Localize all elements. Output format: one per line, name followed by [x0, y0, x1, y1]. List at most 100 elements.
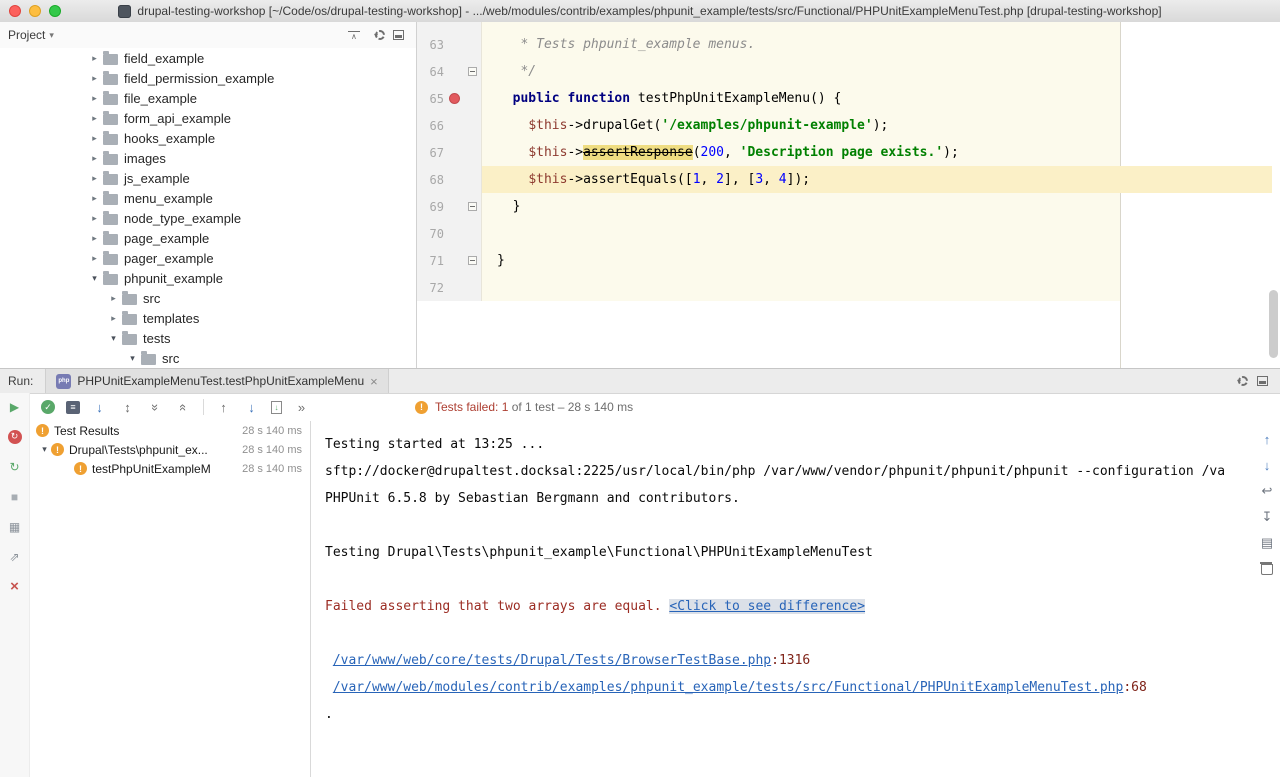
chevron-right-icon[interactable]: ▸ [88, 153, 101, 164]
more-actions-icon[interactable]: » [293, 400, 310, 415]
code-line-71[interactable]: } [497, 247, 1280, 274]
code-line-70[interactable] [497, 220, 1280, 247]
tree-item-js_example[interactable]: ▸js_example [0, 168, 416, 188]
code-line-72[interactable] [497, 274, 1280, 301]
editor-gutter[interactable]: 63646566676869707172 [417, 22, 482, 301]
run-settings[interactable]: ▾ [1238, 376, 1241, 386]
tree-item-src[interactable]: ▾src [0, 348, 416, 368]
test-tree-row[interactable]: !testPhpUnitExampleM28 s 140 ms [30, 459, 310, 478]
up-the-stack-trace-icon[interactable]: ↑ [1259, 431, 1275, 447]
tree-item-field_example[interactable]: ▸field_example [0, 48, 416, 68]
gutter-line-72[interactable]: 72 [417, 274, 481, 301]
code-line-65[interactable]: public function testPhpUnitExampleMenu()… [497, 85, 1280, 112]
tree-item-pager_example[interactable]: ▸pager_example [0, 248, 416, 268]
sort-by-duration-icon[interactable]: ↓ [91, 400, 108, 415]
code-line-64[interactable]: */ [497, 58, 1280, 85]
chevron-right-icon[interactable]: ▸ [88, 53, 101, 64]
stop-icon[interactable]: ■ [6, 488, 23, 505]
close-icon[interactable]: × [370, 375, 378, 388]
next-failed-test-icon[interactable]: ↓ [243, 400, 260, 415]
hide-panel-icon[interactable] [393, 30, 404, 40]
test-tree-row[interactable]: ▾!Drupal\Tests\phpunit_ex...28 s 140 ms [30, 440, 310, 459]
gutter-line-70[interactable]: 70 [417, 220, 481, 247]
rerun-icon[interactable]: ▶ [6, 398, 23, 415]
gutter-line-71[interactable]: 71 [417, 247, 481, 274]
editor[interactable]: 63646566676869707172 * Tests phpunit_exa… [417, 22, 1280, 368]
tree-item-src[interactable]: ▸src [0, 288, 416, 308]
down-the-stack-trace-icon[interactable]: ↓ [1259, 457, 1275, 473]
show-passed-icon[interactable]: ✓ [41, 400, 55, 414]
gutter-line-68[interactable]: 68 [417, 166, 481, 193]
close-tool-window-icon[interactable]: × [6, 578, 23, 595]
project-panel-title[interactable]: Project [8, 28, 45, 42]
chevron-down-icon[interactable]: ▾ [38, 444, 51, 455]
chevron-right-icon[interactable]: ▸ [88, 233, 101, 244]
collapse-all-icon[interactable]: « [175, 400, 192, 415]
code-line-66[interactable]: $this->drupalGet('/examples/phpunit-exam… [497, 112, 1280, 139]
chevron-right-icon[interactable]: ▸ [107, 293, 120, 304]
code-line-63[interactable]: * Tests phpunit_example menus. [497, 31, 1280, 58]
stack-trace-link[interactable]: /var/www/web/core/tests/Drupal/Tests/Bro… [333, 653, 771, 668]
gutter-line-65[interactable]: 65 [417, 85, 481, 112]
chevron-right-icon[interactable]: ▸ [88, 73, 101, 84]
chevron-right-icon[interactable]: ▸ [107, 313, 120, 324]
chevron-right-icon[interactable]: ▸ [88, 133, 101, 144]
test-history-icon[interactable]: ↓ [271, 401, 282, 414]
rerun-failed-tests-button[interactable]: ↻ [6, 428, 23, 445]
toggle-auto-test-icon[interactable]: ↻ [6, 458, 23, 475]
tree-item-tests[interactable]: ▾tests [0, 328, 416, 348]
minimize-window-button[interactable] [29, 5, 41, 17]
fold-marker-icon[interactable] [468, 202, 477, 211]
expand-all-icon[interactable]: » [147, 400, 164, 415]
pin-tab-icon[interactable]: ⇗ [6, 548, 23, 565]
chevron-right-icon[interactable]: ▸ [88, 93, 101, 104]
tree-item-phpunit_example[interactable]: ▾phpunit_example [0, 268, 416, 288]
gutter-line-66[interactable]: 66 [417, 112, 481, 139]
fold-marker-icon[interactable] [468, 256, 477, 265]
tree-item-templates[interactable]: ▸templates [0, 308, 416, 328]
tree-item-page_example[interactable]: ▸page_example [0, 228, 416, 248]
editor-code-area[interactable]: * Tests phpunit_example menus. */ public… [482, 22, 1280, 368]
collapse-all-icon[interactable]: ∧ [348, 31, 360, 40]
sort-alphabetically-icon[interactable]: ↕ [119, 400, 136, 415]
tree-item-field_permission_example[interactable]: ▸field_permission_example [0, 68, 416, 88]
diff-link[interactable]: <Click to see difference> [669, 599, 865, 614]
code-line-68[interactable]: $this->assertEquals([1, 2], [3, 4]); [497, 166, 1280, 193]
previous-failed-test-icon[interactable]: ↑ [215, 400, 232, 415]
test-failed-gutter-icon[interactable] [449, 93, 460, 104]
chevron-down-icon[interactable]: ▾ [49, 30, 54, 41]
tree-item-images[interactable]: ▸images [0, 148, 416, 168]
tree-item-form_api_example[interactable]: ▸form_api_example [0, 108, 416, 128]
chevron-down-icon[interactable]: ▾ [88, 273, 101, 284]
zoom-window-button[interactable] [49, 5, 61, 17]
chevron-down-icon[interactable]: ▾ [126, 353, 139, 364]
clear-all-icon[interactable] [1261, 564, 1273, 575]
tree-item-file_example[interactable]: ▸file_example [0, 88, 416, 108]
code-line-69[interactable]: } [497, 193, 1280, 220]
chevron-right-icon[interactable]: ▸ [88, 193, 101, 204]
fold-marker-icon[interactable] [468, 67, 477, 76]
chevron-right-icon[interactable]: ▸ [88, 253, 101, 264]
soft-wrap-icon[interactable]: ↩ [1259, 483, 1275, 499]
chevron-right-icon[interactable]: ▸ [88, 213, 101, 224]
code-line-67[interactable]: $this->assertResponse(200, 'Description … [497, 139, 1280, 166]
run-tab[interactable]: php PHPUnitExampleMenuTest.testPhpUnitEx… [45, 369, 388, 393]
tree-item-menu_example[interactable]: ▸menu_example [0, 188, 416, 208]
chevron-right-icon[interactable]: ▸ [88, 113, 101, 124]
print-icon[interactable]: ▤ [1259, 535, 1275, 551]
project-settings[interactable]: ▾ [375, 30, 378, 40]
test-tree-row[interactable]: !Test Results28 s 140 ms [30, 421, 310, 440]
stack-trace-link[interactable]: /var/www/web/modules/contrib/examples/ph… [333, 680, 1124, 695]
chevron-right-icon[interactable]: ▸ [88, 173, 101, 184]
tree-item-node_type_example[interactable]: ▸node_type_example [0, 208, 416, 228]
gutter-line-63[interactable]: 63 [417, 31, 481, 58]
close-window-button[interactable] [9, 5, 21, 17]
scroll-to-end-icon[interactable]: ↧ [1259, 509, 1275, 525]
gutter-line-64[interactable]: 64 [417, 58, 481, 85]
gutter-line-67[interactable]: 67 [417, 139, 481, 166]
hide-tool-window-icon[interactable] [1257, 376, 1268, 386]
chevron-down-icon[interactable]: ▾ [107, 333, 120, 344]
tree-item-hooks_example[interactable]: ▸hooks_example [0, 128, 416, 148]
show-ignored-icon[interactable]: ≡ [66, 401, 80, 414]
gutter-line-69[interactable]: 69 [417, 193, 481, 220]
